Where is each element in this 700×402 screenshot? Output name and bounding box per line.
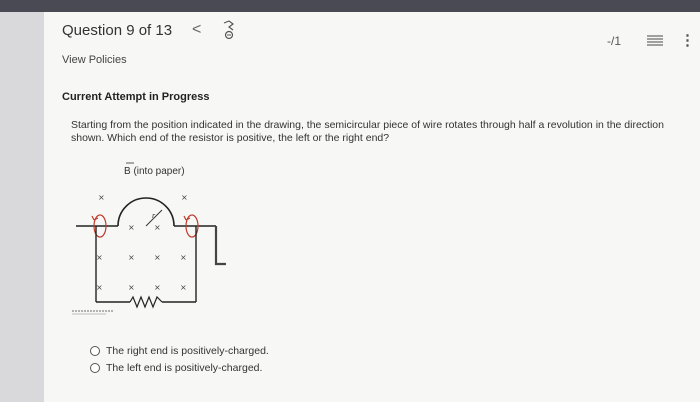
semicircle-wire xyxy=(117,197,175,227)
question-card: Question 9 of 13 < -/1 ⋮ View Policies C… xyxy=(44,12,700,402)
answer-option-left[interactable]: The left end is positively-charged. xyxy=(90,362,262,374)
field-x-mark: × xyxy=(154,283,161,292)
field-x-mark: × xyxy=(128,283,135,292)
attempt-status: Current Attempt in Progress xyxy=(62,91,210,103)
question-counter: Question 9 of 13 xyxy=(62,22,173,39)
field-x-mark: × xyxy=(180,253,187,262)
radius-label: r xyxy=(152,211,156,220)
terminal-bracket xyxy=(214,226,226,266)
field-x-mark: × xyxy=(128,253,135,262)
field-x-mark: × xyxy=(154,223,161,232)
field-label: B (into paper) xyxy=(124,166,185,177)
question-text: Starting from the position indicated in … xyxy=(71,119,664,144)
field-x-mark: × xyxy=(128,223,135,232)
question-list-icon[interactable] xyxy=(647,34,663,52)
more-options-icon[interactable]: ⋮ xyxy=(680,31,695,49)
option-label: The right end is positively-charged. xyxy=(106,345,269,357)
field-x-mark: × xyxy=(96,253,103,262)
score-display: -/1 xyxy=(607,34,622,48)
field-x-mark: × xyxy=(180,283,187,292)
answer-option-right[interactable]: The right end is positively-charged. xyxy=(90,345,269,357)
previous-question-button[interactable]: < xyxy=(192,21,201,39)
radio-button[interactable] xyxy=(90,346,100,356)
top-bar xyxy=(0,0,700,12)
resistor xyxy=(129,295,163,309)
view-policies-link[interactable]: View Policies xyxy=(62,54,127,66)
field-x-mark: × xyxy=(96,283,103,292)
option-label: The left end is positively-charged. xyxy=(106,362,263,374)
radio-button[interactable] xyxy=(90,363,100,373)
field-x-mark: × xyxy=(98,193,105,202)
hint-icon[interactable] xyxy=(220,20,238,47)
field-x-mark: × xyxy=(181,193,188,202)
field-x-mark: × xyxy=(154,253,161,262)
question-figure: B (into paper) × × × × × × × × × × × × r xyxy=(66,160,256,325)
